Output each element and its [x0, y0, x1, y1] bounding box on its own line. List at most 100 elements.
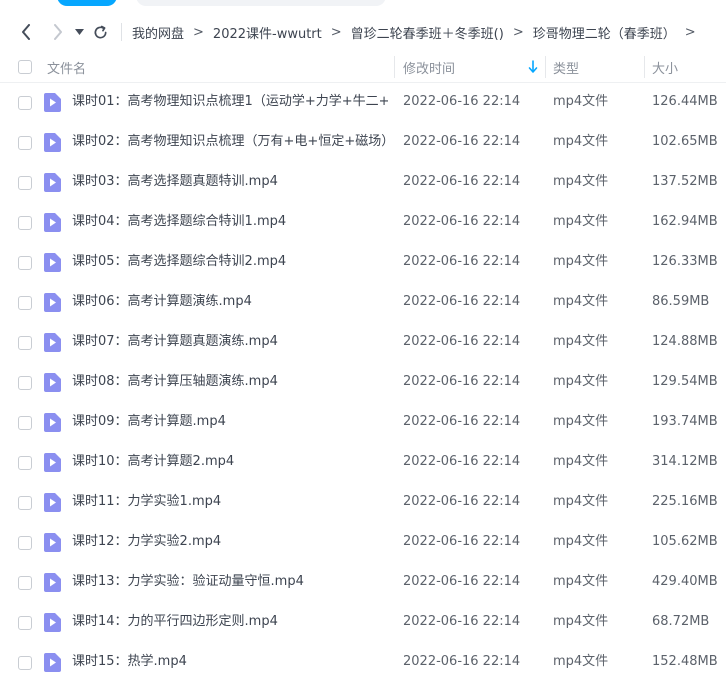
file-size: 129.54MB: [652, 374, 718, 389]
file-row[interactable]: 课时10：高考计算题2.mp4 2022-06-16 22:14 mp4文件 314.…: [0, 442, 726, 482]
file-row[interactable]: 课时11：力学实验1.mp4 2022-06-16 22:14 mp4文件 225.1…: [0, 482, 726, 522]
column-divider[interactable]: [394, 56, 395, 78]
history-dropdown-button[interactable]: [72, 20, 86, 44]
column-header-modified[interactable]: 修改时间: [403, 52, 455, 82]
row-checkbox[interactable]: [18, 576, 32, 590]
video-file-icon: [44, 133, 61, 152]
file-type: mp4文件: [553, 614, 609, 629]
row-checkbox[interactable]: [18, 136, 32, 150]
row-checkbox[interactable]: [18, 336, 32, 350]
file-modified-time: 2022-06-16 22:14: [403, 214, 521, 229]
row-checkbox[interactable]: [18, 176, 32, 190]
file-modified-time: 2022-06-16 22:14: [403, 374, 521, 389]
breadcrumb-separator: >: [193, 24, 204, 40]
file-size: 86.59MB: [652, 294, 710, 309]
video-file-icon: [44, 493, 61, 512]
file-name[interactable]: 课时08：高考计算压轴题演练.mp4: [72, 362, 388, 402]
file-name[interactable]: 课时06：高考计算题演练.mp4: [72, 282, 388, 322]
breadcrumb-item[interactable]: 我的网盘: [132, 23, 184, 42]
column-header-size[interactable]: 大小: [652, 52, 678, 82]
file-name[interactable]: 课时04：高考选择题综合特训1.mp4: [72, 202, 388, 242]
file-row[interactable]: 课时09：高考计算题.mp4 2022-06-16 22:14 mp4文件 193.7…: [0, 402, 726, 442]
row-checkbox[interactable]: [18, 616, 32, 630]
file-name[interactable]: 课时01：高考物理知识点梳理1（运动学+力学+牛二+曲...: [72, 82, 388, 122]
file-type: mp4文件: [553, 334, 609, 349]
file-name[interactable]: 课时07：高考计算题真题演练.mp4: [72, 322, 388, 362]
column-divider[interactable]: [545, 56, 546, 78]
top-toolbar-strip: [0, 0, 726, 8]
file-size: 429.40MB: [652, 574, 718, 589]
file-modified-time: 2022-06-16 22:14: [403, 294, 521, 309]
file-modified-time: 2022-06-16 22:14: [403, 414, 521, 429]
navigation-bar: 我的网盘 > 2022课件-wwutrt > 曾珍二轮春季班＋冬季班() > 珍…: [0, 14, 726, 50]
file-name[interactable]: 课时10：高考计算题2.mp4: [72, 442, 388, 482]
file-size: 68.72MB: [652, 614, 710, 629]
row-checkbox[interactable]: [18, 456, 32, 470]
file-row[interactable]: 课时08：高考计算压轴题演练.mp4 2022-06-16 22:14 mp4文件 1…: [0, 362, 726, 402]
file-size: 105.62MB: [652, 534, 718, 549]
video-file-icon: [44, 173, 61, 192]
file-row[interactable]: 课时07：高考计算题真题演练.mp4 2022-06-16 22:14 mp4文件 1…: [0, 322, 726, 362]
file-row[interactable]: 课时03：高考选择题真题特训.mp4 2022-06-16 22:14 mp4文件 1…: [0, 162, 726, 202]
file-size: 126.44MB: [652, 94, 718, 109]
file-name[interactable]: 课时02：高考物理知识点梳理（万有+电+恒定+磁场）....: [72, 122, 388, 162]
file-row[interactable]: 课时15：热学.mp4 2022-06-16 22:14 mp4文件 152.48MB: [0, 642, 726, 682]
breadcrumb-item-current[interactable]: 珍哥物理二轮（春季班）: [533, 23, 676, 42]
video-file-icon: [44, 93, 61, 112]
file-row[interactable]: 课时05：高考选择题综合特训2.mp4 2022-06-16 22:14 mp4文件…: [0, 242, 726, 282]
row-checkbox[interactable]: [18, 416, 32, 430]
sort-descending-icon[interactable]: [527, 60, 539, 74]
file-modified-time: 2022-06-16 22:14: [403, 574, 521, 589]
forward-button[interactable]: [48, 20, 68, 44]
file-row[interactable]: 课时12：力学实验2.mp4 2022-06-16 22:14 mp4文件 105.6…: [0, 522, 726, 562]
file-name[interactable]: 课时09：高考计算题.mp4: [72, 402, 388, 442]
row-checkbox[interactable]: [18, 216, 32, 230]
file-row[interactable]: 课时06：高考计算题演练.mp4 2022-06-16 22:14 mp4文件 86.…: [0, 282, 726, 322]
file-list: 课时01：高考物理知识点梳理1（运动学+力学+牛二+曲... 2022-06-16…: [0, 82, 726, 682]
file-row[interactable]: 课时01：高考物理知识点梳理1（运动学+力学+牛二+曲... 2022-06-16…: [0, 82, 726, 122]
upload-button[interactable]: [57, 0, 117, 6]
file-modified-time: 2022-06-16 22:14: [403, 614, 521, 629]
nav-divider: [121, 23, 122, 41]
file-name[interactable]: 课时05：高考选择题综合特训2.mp4: [72, 242, 388, 282]
refresh-button[interactable]: [90, 20, 110, 44]
row-checkbox[interactable]: [18, 96, 32, 110]
video-file-icon: [44, 613, 61, 632]
breadcrumb-item[interactable]: 2022课件-wwutrt: [213, 23, 322, 42]
row-checkbox[interactable]: [18, 296, 32, 310]
column-divider[interactable]: [644, 56, 645, 78]
row-checkbox[interactable]: [18, 496, 32, 510]
file-name[interactable]: 课时13：力学实验：验证动量守恒.mp4: [72, 562, 388, 602]
row-checkbox[interactable]: [18, 256, 32, 270]
file-row[interactable]: 课时13：力学实验：验证动量守恒.mp4 2022-06-16 22:14 mp4文…: [0, 562, 726, 602]
select-all-checkbox[interactable]: [18, 52, 32, 82]
file-row[interactable]: 课时04：高考选择题综合特训1.mp4 2022-06-16 22:14 mp4文件…: [0, 202, 726, 242]
row-checkbox[interactable]: [18, 656, 32, 670]
file-row[interactable]: 课时02：高考物理知识点梳理（万有+电+恒定+磁场）.... 2022-06-16…: [0, 122, 726, 162]
column-header-type[interactable]: 类型: [553, 52, 579, 82]
file-name[interactable]: 课时15：热学.mp4: [72, 642, 388, 682]
file-name[interactable]: 课时03：高考选择题真题特训.mp4: [72, 162, 388, 202]
file-name[interactable]: 课时14：力的平行四边形定则.mp4: [72, 602, 388, 642]
file-row[interactable]: 课时14：力的平行四边形定则.mp4 2022-06-16 22:14 mp4文件 6…: [0, 602, 726, 642]
search-bar[interactable]: [136, 0, 386, 6]
file-name[interactable]: 课时12：力学实验2.mp4: [72, 522, 388, 562]
video-file-icon: [44, 653, 61, 672]
file-name[interactable]: 课时11：力学实验1.mp4: [72, 482, 388, 522]
file-modified-time: 2022-06-16 22:14: [403, 494, 521, 509]
file-type: mp4文件: [553, 254, 609, 269]
chevron-left-icon: [22, 24, 30, 40]
column-header-name[interactable]: 文件名: [47, 52, 86, 82]
breadcrumb-separator: >: [330, 24, 342, 40]
file-size: 193.74MB: [652, 414, 718, 429]
back-button[interactable]: [16, 20, 36, 44]
row-checkbox[interactable]: [18, 376, 32, 390]
video-file-icon: [44, 213, 61, 232]
file-type: mp4文件: [553, 174, 609, 189]
video-file-icon: [44, 253, 61, 272]
row-checkbox[interactable]: [18, 536, 32, 550]
file-size: 162.94MB: [652, 214, 718, 229]
file-modified-time: 2022-06-16 22:14: [403, 454, 521, 469]
file-modified-time: 2022-06-16 22:14: [403, 174, 521, 189]
breadcrumb-item[interactable]: 曾珍二轮春季班＋冬季班(): [351, 23, 504, 42]
